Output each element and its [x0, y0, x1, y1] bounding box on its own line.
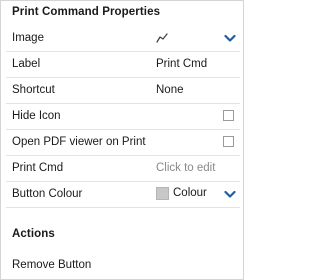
label-value[interactable]: Print Cmd — [156, 58, 207, 70]
property-row-open-pdf-viewer: Open PDF viewer on Print — [6, 130, 240, 156]
panel-title: Print Command Properties — [12, 6, 161, 18]
property-row-image[interactable]: Image — [6, 26, 240, 52]
colour-value: Colour — [173, 187, 207, 199]
property-row-print-cmd[interactable]: Print Cmd Click to edit — [6, 156, 240, 182]
hide-icon-label: Hide Icon — [12, 110, 61, 122]
colour-dropdown-chevron-down-icon[interactable] — [224, 190, 236, 199]
hide-icon-checkbox[interactable] — [223, 110, 234, 121]
label-label: Label — [12, 58, 41, 70]
print-cmd-edit-field[interactable]: Click to edit — [156, 162, 215, 174]
property-list: Image Label Print Cmd Shortcut None Hide… — [6, 26, 240, 208]
property-row-button-colour[interactable]: Button Colour Colour — [6, 182, 240, 208]
remove-button[interactable]: Remove Button — [12, 259, 91, 271]
image-dropdown-chevron-down-icon[interactable] — [224, 34, 236, 43]
colour-swatch[interactable] — [156, 187, 169, 200]
image-label: Image — [12, 32, 44, 44]
chart-line-icon — [156, 33, 168, 43]
property-row-hide-icon: Hide Icon — [6, 104, 240, 130]
shortcut-label: Shortcut — [12, 84, 55, 96]
actions-title: Actions — [12, 228, 55, 240]
button-colour-label: Button Colour — [12, 188, 83, 200]
open-pdf-viewer-checkbox[interactable] — [223, 136, 234, 147]
print-command-properties-panel: Print Command Properties Image Label Pri… — [0, 0, 244, 280]
open-pdf-viewer-label: Open PDF viewer on Print — [12, 136, 146, 148]
print-cmd-label: Print Cmd — [12, 162, 64, 174]
shortcut-value[interactable]: None — [156, 84, 184, 96]
property-row-shortcut[interactable]: Shortcut None — [6, 78, 240, 104]
property-row-label[interactable]: Label Print Cmd — [6, 52, 240, 78]
